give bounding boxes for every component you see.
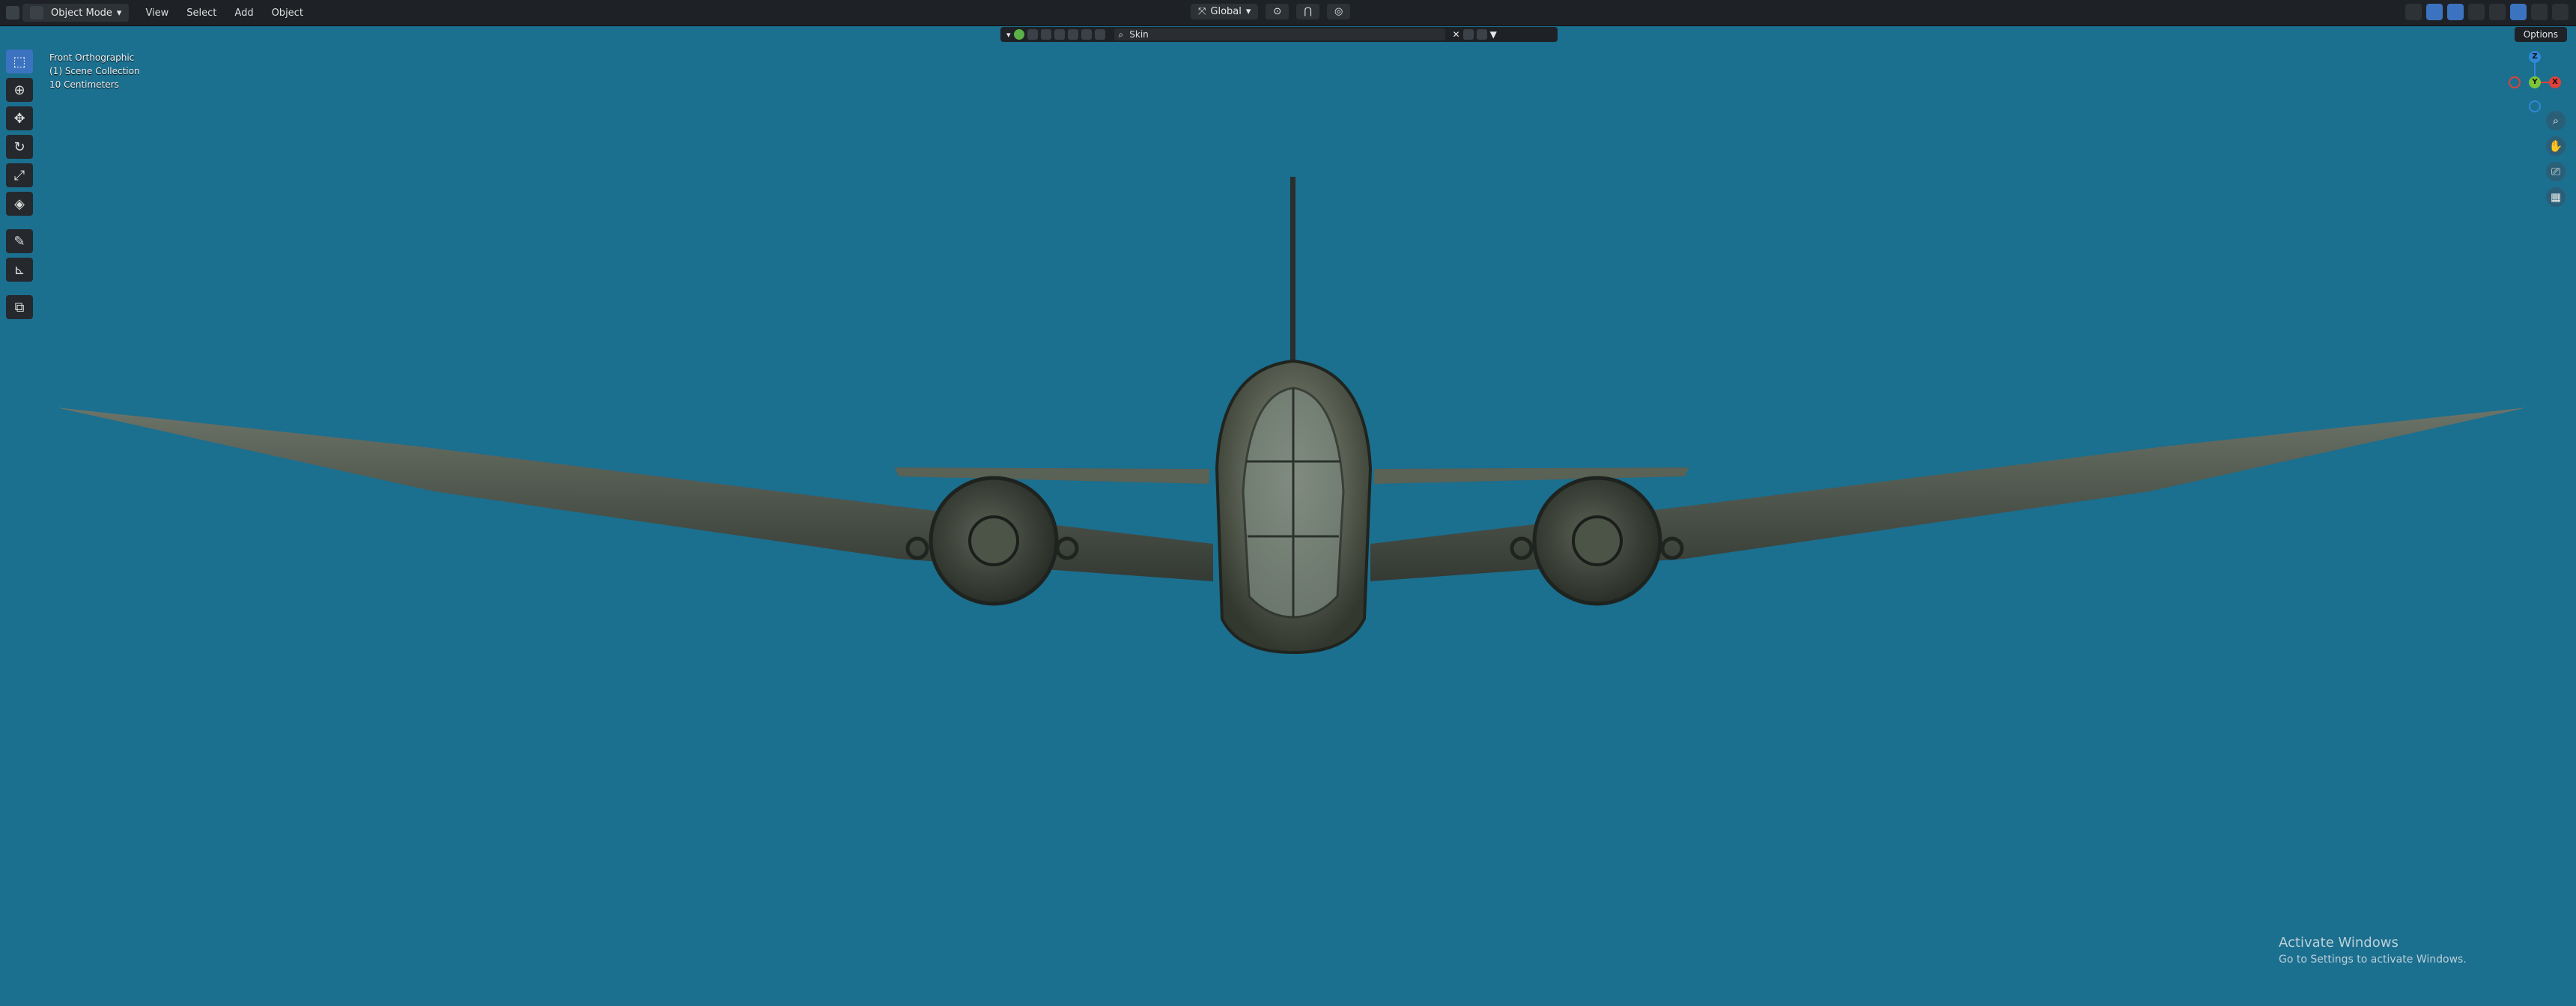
magnet-icon: ⋂ xyxy=(1304,6,1312,17)
solid-shading-icon[interactable] xyxy=(2510,4,2527,20)
proportional-editing-toggle[interactable]: ◎ xyxy=(1327,4,1351,19)
viewport-shading-controls xyxy=(2405,4,2569,20)
wireframe-shading-icon[interactable] xyxy=(2489,4,2506,20)
funnel-filter-icon[interactable]: ▼ xyxy=(1490,29,1497,40)
filter-object-icon[interactable] xyxy=(1027,29,1038,40)
filter-light-icon[interactable] xyxy=(1067,29,1078,40)
search-input[interactable] xyxy=(1128,28,1416,40)
chevron-down-icon: ▾ xyxy=(1245,6,1251,17)
editor-type-icon[interactable] xyxy=(6,6,19,19)
search-field[interactable]: ⌕ xyxy=(1114,28,1445,40)
xray-toggle-icon[interactable] xyxy=(2468,4,2485,20)
mode-label: Object Mode xyxy=(51,7,112,19)
filter-camera-icon[interactable] xyxy=(1054,29,1065,40)
search-icon: ⌕ xyxy=(1118,28,1124,40)
windows-activation-watermark: Activate Windows Go to Settings to activ… xyxy=(2279,935,2467,966)
menu-select[interactable]: Select xyxy=(177,7,225,19)
snap-toggle[interactable]: ⋂ xyxy=(1296,4,1319,19)
menu-add[interactable]: Add xyxy=(225,7,262,19)
orientation-label: Global xyxy=(1210,6,1242,17)
header-menu: Object Mode ▾ View Select Add Object xyxy=(6,0,312,25)
watermark-subtitle: Go to Settings to activate Windows. xyxy=(2279,954,2467,966)
gizmo-toggle-icon[interactable] xyxy=(2426,4,2443,20)
left-spinner xyxy=(968,515,1019,566)
object-mode-icon xyxy=(30,6,43,19)
orientation-icon: ⤧ xyxy=(1198,6,1206,17)
filter-mesh-icon[interactable] xyxy=(1040,29,1051,40)
filter-material-icon[interactable] xyxy=(1081,29,1092,40)
tool-settings-bar: ▾ ⌕ ✕ ▼ Options xyxy=(0,25,2576,42)
scene-icon[interactable] xyxy=(1013,29,1024,40)
bookmark-icon[interactable] xyxy=(1462,29,1474,40)
options-button[interactable]: Options xyxy=(2514,27,2567,42)
transform-orientation-dropdown[interactable]: ⤧ Global ▾ xyxy=(1191,4,1259,19)
overlays-toggle-icon[interactable] xyxy=(2447,4,2464,20)
pivot-icon: ⊙ xyxy=(1273,6,1282,17)
mode-selector[interactable]: Object Mode ▾ xyxy=(22,4,130,22)
transform-controls: ⤧ Global ▾ ⊙ ⋂ ◎ xyxy=(1191,4,1351,19)
watermark-title: Activate Windows xyxy=(2279,935,2399,951)
chevron-down-icon: ▾ xyxy=(116,7,122,19)
left-stabilizer xyxy=(895,467,1209,484)
display-mode-icon[interactable] xyxy=(1476,29,1487,40)
rendered-shading-icon[interactable] xyxy=(2552,4,2569,20)
proportional-icon: ◎ xyxy=(1334,6,1343,17)
material-shading-icon[interactable] xyxy=(2531,4,2548,20)
chevron-down-icon[interactable]: ▾ xyxy=(1006,30,1011,40)
right-stabilizer xyxy=(1374,467,1689,484)
antenna-mast xyxy=(1290,177,1295,372)
viewport-header: Object Mode ▾ View Select Add Object ⤧ G… xyxy=(0,0,2576,26)
menu-object[interactable]: Object xyxy=(263,7,312,19)
visibility-icon[interactable] xyxy=(2405,4,2422,20)
outliner-filter-bar: ▾ ⌕ ✕ ▼ xyxy=(1000,27,1558,42)
menu-view[interactable]: View xyxy=(136,7,177,19)
viewport-canvas[interactable] xyxy=(0,42,2576,1006)
aircraft-model[interactable] xyxy=(56,177,2527,655)
right-spinner xyxy=(1572,515,1623,566)
pivot-point-dropdown[interactable]: ⊙ xyxy=(1266,4,1289,19)
clear-search-icon[interactable]: ✕ xyxy=(1453,29,1460,40)
filter-texture-icon[interactable] xyxy=(1094,29,1105,40)
